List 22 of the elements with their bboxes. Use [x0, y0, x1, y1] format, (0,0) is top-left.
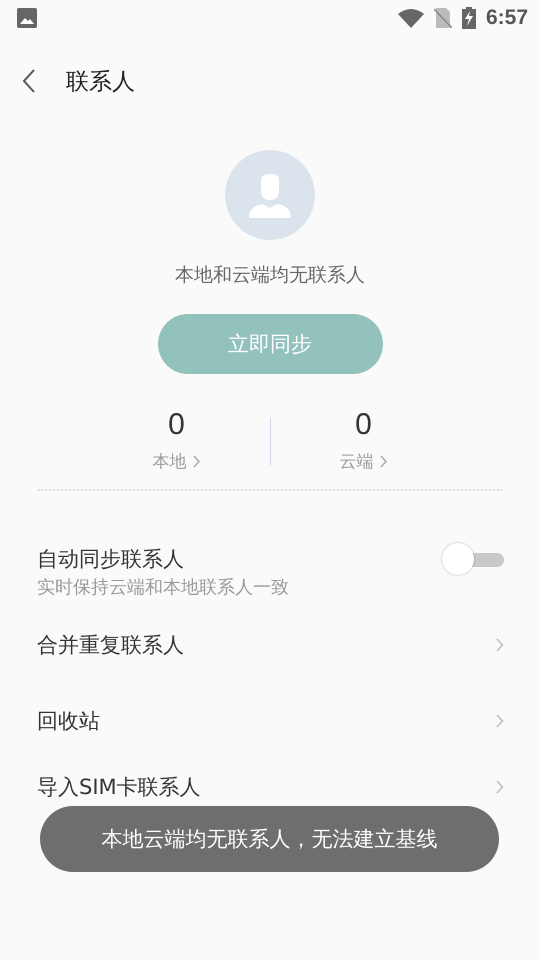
- chevron-right-icon: [496, 780, 504, 794]
- back-button[interactable]: [22, 69, 36, 93]
- battery-charging-icon: [462, 7, 476, 29]
- contact-count: 0: [355, 408, 372, 442]
- page-title: 联系人: [66, 68, 135, 96]
- image-icon: [17, 8, 37, 28]
- status-time: 6:57: [486, 6, 528, 30]
- chevron-right-icon: [192, 455, 200, 468]
- chevron-right-icon: [496, 638, 504, 652]
- settings-item[interactable]: 合并重复联系人: [0, 607, 540, 683]
- chevron-right-icon: [496, 714, 504, 728]
- chevron-right-icon: [380, 455, 388, 468]
- setting-title: 自动同步联系人: [37, 546, 185, 573]
- no-sim-icon: [434, 8, 452, 28]
- contact-count: 0: [168, 408, 185, 442]
- setting-description: 实时保持云端和本地联系人一致: [37, 576, 289, 599]
- toggle-switch[interactable]: [442, 543, 504, 577]
- avatar-icon: [225, 150, 315, 240]
- empty-message: 本地和云端均无联系人: [175, 263, 365, 288]
- wifi-icon: [398, 8, 424, 28]
- settings-item[interactable]: 回收站: [0, 683, 540, 759]
- message-toast: 本地云端均无联系人，无法建立基线: [40, 806, 499, 872]
